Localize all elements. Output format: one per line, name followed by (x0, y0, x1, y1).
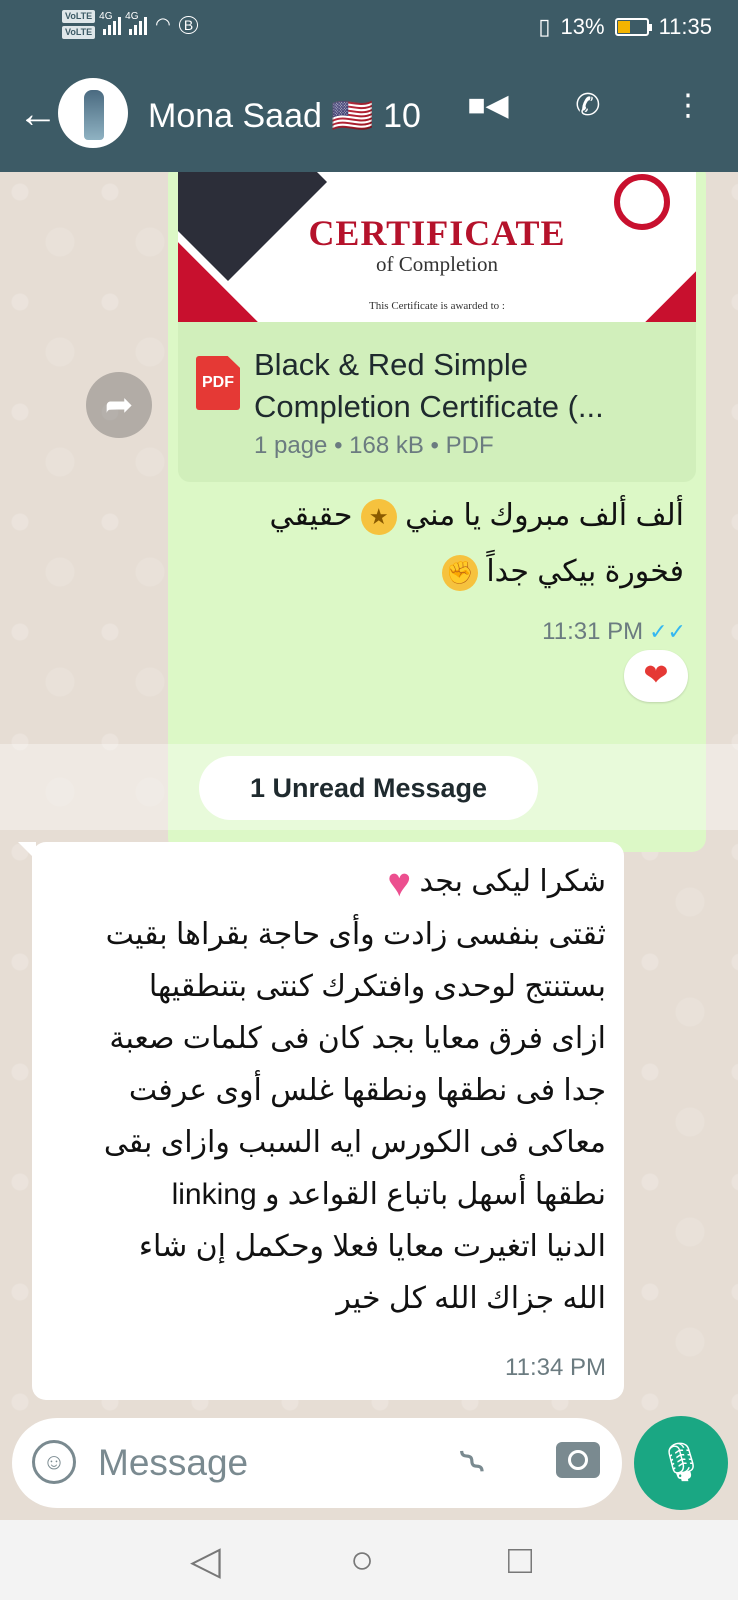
volte-badge-2: VoLTE (62, 26, 96, 39)
document-name-line1: Black & Red Simple (254, 347, 528, 382)
outgoing-time: 11:31 PM ✓✓ (542, 618, 686, 645)
pdf-icon: PDF (196, 356, 240, 410)
star-struck-emoji-icon: ★ (360, 499, 397, 536)
battery-percent: 13% (560, 14, 605, 39)
certificate-awarded: This Certificate is awarded to : (369, 300, 505, 312)
emoji-icon[interactable]: ☺ (32, 1440, 76, 1484)
incoming-line: ثقتى بنفسى زادت وأى حاجة بقراها بقيت (105, 918, 606, 952)
pink-heart-emoji-icon: ♥ (387, 861, 412, 906)
incoming-line: بستنتج لوحدى وافتكرك كنتى بتنطقيها (148, 970, 606, 1004)
volte-badge-1: VoLTE (62, 10, 96, 23)
heart-reaction[interactable]: ❤ (624, 650, 688, 702)
nav-home-icon[interactable]: ○ (350, 1538, 374, 1583)
chat-header: ← Mona Saad 🇺🇸 10 ■◀ ✆ ⋮ (0, 58, 738, 172)
outgoing-text-line1: ألف ألف مبروك يا مني (405, 499, 684, 532)
incoming-message[interactable]: شكرا ليكى بجد ♥ ثقتى بنفسى زادت وأى حاجة… (18, 842, 624, 1400)
avatar[interactable] (58, 78, 128, 148)
clock: 11:35 (658, 14, 712, 39)
wifi-icon: ◠ (155, 14, 171, 34)
paperclip-icon[interactable]: ⌇ (451, 1440, 496, 1485)
vibrate-icon: ▯ (538, 14, 551, 39)
incoming-line: جدا فى نطقها ونطقها غلس أوى عرفت (128, 1074, 606, 1108)
nav-back-icon[interactable]: ◁ (190, 1538, 221, 1584)
read-ticks-icon: ✓✓ (649, 619, 686, 644)
incoming-line: الله جزاك الله كل خير (336, 1282, 606, 1316)
network-indicators: VoLTE VoLTE 4G 4G ◠ B (62, 10, 199, 39)
outgoing-text: ألف ألف مبروك يا مني ★ حقيقي فخورة بيكي … (204, 488, 684, 600)
incoming-line: ازاى فرق معايا بجد كان فى كلمات صعبة (109, 1022, 606, 1056)
phone-icon[interactable]: ✆ (538, 88, 638, 123)
video-call-icon[interactable]: ■◀ (438, 88, 538, 123)
more-vert-icon[interactable]: ⋮ (638, 88, 738, 123)
arrow-left-icon[interactable]: ← (18, 94, 58, 134)
status-bar: VoLTE VoLTE 4G 4G ◠ B ▯ 13% 11:35 (0, 0, 738, 58)
certificate-preview[interactable]: CERTIFICATE of Completion This Certifica… (178, 172, 696, 322)
nav-recents-icon[interactable]: □ (508, 1538, 532, 1583)
incoming-text-line0: شكرا ليكى بجد (419, 865, 607, 898)
incoming-line: الدنيا اتغيرت معايا فعلا وحكمل إن شاء (138, 1230, 606, 1264)
incoming-line: معاكى فى الكورس ايه السبب وازاى بقى (103, 1126, 606, 1160)
outgoing-text-line2: فخورة بيكي جداً (486, 555, 684, 588)
message-composer[interactable]: ☺ ⌇ (12, 1418, 622, 1508)
unread-label: 1 Unread Message (199, 756, 538, 820)
certificate-subtitle: of Completion (376, 252, 498, 276)
signal-icon: 4G (99, 11, 122, 35)
incoming-line: نطقها أسهل باتباع القواعد و linking (171, 1178, 606, 1212)
battery-icon (614, 18, 652, 36)
certificate-title: CERTIFICATE (308, 213, 566, 253)
system-nav-bar: ◁ ○ □ (0, 1520, 738, 1600)
signal-icon: 4G (125, 11, 148, 35)
incoming-text: شكرا ليكى بجد ♥ ثقتى بنفسى زادت وأى حاجة… (44, 856, 606, 1325)
document-name: Black & Red Simple Completion Certificat… (254, 344, 674, 428)
contact-name[interactable]: Mona Saad 🇺🇸 10 (148, 96, 421, 136)
incoming-time: 11:34 PM (505, 1354, 606, 1381)
chat-area[interactable]: ➦ CERTIFICATE of Completion This Certifi… (0, 172, 738, 1414)
flexed-biceps-emoji-icon: ✊ (441, 555, 478, 592)
document-card[interactable]: PDF Black & Red Simple Completion Certif… (178, 322, 696, 482)
volte-badges: VoLTE VoLTE (62, 10, 96, 39)
message-input[interactable] (98, 1438, 428, 1488)
camera-icon[interactable] (556, 1442, 600, 1478)
mic-icon[interactable]: 🎙 (634, 1416, 728, 1510)
bluetooth-icon: B (178, 15, 199, 34)
outgoing-text-line1b: حقيقي (269, 499, 353, 532)
document-name-line2: Completion Certificate (... (254, 389, 604, 424)
document-meta: 1 page • 168 kB • PDF (254, 432, 494, 459)
forward-icon[interactable]: ➦ (86, 372, 152, 438)
